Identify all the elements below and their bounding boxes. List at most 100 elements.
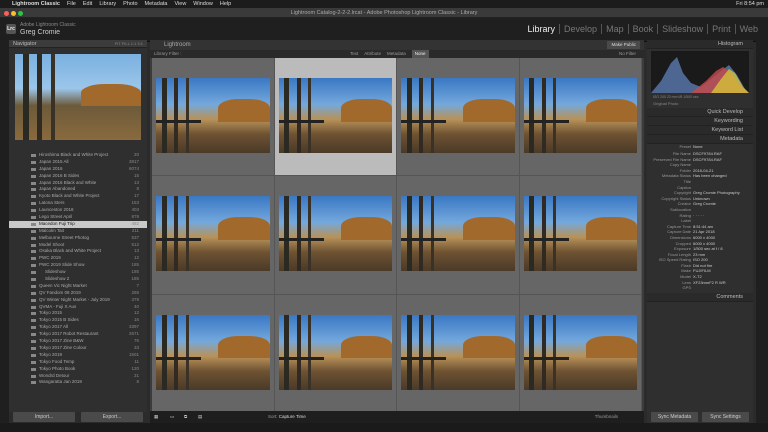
module-slideshow[interactable]: Slideshow [658,24,709,34]
keyword-list-header[interactable]: Keyword List [647,126,753,135]
zoom-options[interactable]: FIT FILL 1:1 3:1 [115,40,143,48]
import-button[interactable]: Import... [13,412,75,422]
menu-file[interactable]: File [67,0,76,8]
folder-item[interactable]: Lego Street April 878 [9,214,147,221]
thumbnail-size-slider[interactable]: Thumbnails [595,411,618,423]
filter-none[interactable]: None [411,50,429,58]
metadata-row[interactable]: GPS [647,285,753,291]
folder-item[interactable]: Japan 2016 B Sides 15 [9,173,147,180]
folder-item[interactable]: Model Shoot 512 [9,242,147,249]
module-print[interactable]: Print [708,24,736,34]
filter-metadata[interactable]: Metadata [387,50,406,58]
folder-item[interactable]: Tokyo 2015 12 [9,310,147,317]
folder-item[interactable]: Tokyo 2017 Zine B&W 76 [9,338,147,345]
loupe-view-icon[interactable]: ▭ [170,411,174,423]
module-library[interactable]: Library [524,24,561,34]
folder-item[interactable]: Japan 2016 6074 [9,166,147,173]
folder-item[interactable]: Tokyo 2015 B Sides 16 [9,317,147,324]
navigator-header[interactable]: Navigator FIT FILL 1:1 3:1 [9,40,147,48]
thumbnail-cell[interactable] [397,58,520,177]
survey-view-icon[interactable]: ▤ [198,411,202,423]
histogram-header[interactable]: Histogram [647,40,753,49]
photo-thumbnail[interactable] [401,78,515,153]
right-edge-toggle[interactable] [756,40,768,423]
thumbnail-cell[interactable] [397,294,520,413]
photo-thumbnail[interactable] [523,314,637,390]
menu-view[interactable]: View [174,0,186,8]
keywording-header[interactable]: Keywording [647,117,753,126]
module-develop[interactable]: Develop [560,24,603,34]
compare-view-icon[interactable]: ⧉ [184,411,187,423]
menu-edit[interactable]: Edit [83,0,92,8]
folder-item[interactable]: Japan 2016 Black and White 13 [9,180,147,187]
folder-item[interactable]: Queen Vic Night Market 7 [9,283,147,290]
folder-item[interactable]: Tokyo 2017 All 3397 [9,324,147,331]
sort-select[interactable]: Capture Time [279,414,306,419]
folder-item[interactable]: Tokyo 2019 1501 [9,352,147,359]
photo-thumbnail[interactable] [401,314,515,390]
photo-thumbnail[interactable] [401,196,515,272]
menu-photo[interactable]: Photo [123,0,137,8]
comments-header[interactable]: Comments [647,292,753,302]
photo-thumbnail[interactable] [523,196,637,272]
folder-item[interactable]: Hiroshima Black and White Project 20 [9,152,147,159]
folder-item[interactable]: Melbourne Street Photog 537 [9,235,147,242]
folder-item[interactable]: Latona Sters 153 [9,200,147,207]
thumbnail-cell[interactable] [152,58,275,177]
photo-thumbnail[interactable] [156,196,270,272]
preset-value[interactable]: None [693,144,703,150]
folder-item[interactable]: Kyoto Black and White Project 17 [9,193,147,200]
folder-item[interactable]: PWC 2019 Slide Show 185 [9,262,147,269]
menu-library[interactable]: Library [99,0,116,8]
folder-item[interactable]: Launceston 2018 403 [9,207,147,214]
thumbnail-cell[interactable] [152,294,275,413]
filter-preset[interactable]: No Filter [619,50,636,58]
filter-text[interactable]: Text [350,50,358,58]
folder-item[interactable]: QVMA - Fuji X Aus 40 [9,304,147,311]
thumbnail-cell[interactable] [519,176,642,295]
left-edge-toggle[interactable] [0,40,9,423]
folder-item[interactable]: Osaka Black and White Project 13 [9,248,147,255]
folder-item[interactable]: QV Fandom 08 2019 268 [9,290,147,297]
minimize-window-button[interactable] [11,11,16,16]
module-book[interactable]: Book [629,24,659,34]
quick-develop-header[interactable]: Quick Develop [647,108,753,117]
folder-item[interactable]: QV Winter Night Market - July 2019 379 [9,297,147,304]
menu-help[interactable]: Help [220,0,231,8]
thumbnail-cell[interactable] [152,176,275,295]
folder-item[interactable]: Tokyo Food Temp 11 [9,359,147,366]
make-public-button[interactable]: Make Public [607,41,640,49]
histogram[interactable] [651,51,749,93]
photo-thumbnail[interactable] [278,314,392,390]
photo-thumbnail[interactable] [156,314,270,390]
metadata-preset[interactable]: Preset None [647,144,753,151]
menu-window[interactable]: Window [193,0,213,8]
sync-settings-button[interactable]: Sync Settings [702,412,749,422]
folder-item[interactable]: Malcolm Tait 211 [9,228,147,235]
folder-item[interactable]: Wondrd Detour 21 [9,373,147,380]
folder-item[interactable]: Tokyo 2017 Robot Restaurant 2671 [9,331,147,338]
thumbnail-cell[interactable] [274,294,397,413]
close-window-button[interactable] [4,11,9,16]
folder-item[interactable]: Slideshow 2 185 [9,276,147,283]
clock[interactable]: Fri 8:54 pm [736,0,764,8]
folder-item[interactable]: Macedon Fuji Trip 482 [9,220,147,228]
menu-metadata[interactable]: Metadata [145,0,168,8]
grid-view-icon[interactable]: ▦ [154,411,158,423]
module-web[interactable]: Web [736,24,762,34]
module-map[interactable]: Map [602,24,629,34]
photo-thumbnail[interactable] [278,196,392,272]
photo-thumbnail[interactable] [523,78,637,153]
folder-item[interactable]: Tokyo Photo Book 120 [9,366,147,373]
navigator-preview[interactable] [15,54,141,140]
folder-item[interactable]: Japan Abandoned 8 [9,186,147,193]
filter-attribute[interactable]: Attribute [364,50,381,58]
thumbnail-cell[interactable] [519,294,642,413]
zoom-window-button[interactable] [18,11,23,16]
folder-item[interactable]: Wangaratta Jan 2019 8 [9,379,147,386]
thumbnail-cell[interactable] [274,58,397,177]
metadata-header[interactable]: Metadata [647,135,753,144]
thumbnail-cell[interactable] [274,176,397,295]
app-menu[interactable]: Lightroom Classic [12,0,60,8]
sync-metadata-button[interactable]: Sync Metadata [651,412,698,422]
